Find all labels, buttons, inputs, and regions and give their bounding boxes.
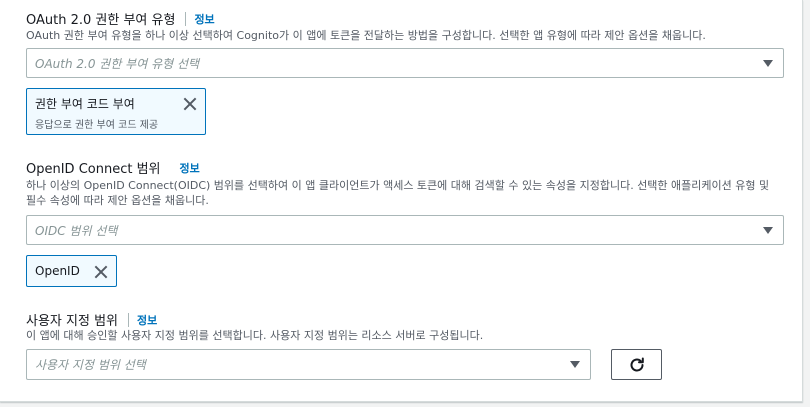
oidc-info-link[interactable]: 정보 [180, 160, 200, 176]
token-subtitle: 응답으로 권한 부여 코드 제공 [35, 120, 159, 131]
token-title: 권한 부여 코드 부여 [35, 97, 135, 111]
custom-select-placeholder: 사용자 지정 범위 선택 [35, 358, 146, 372]
oauth-selected-token: 권한 부여 코드 부여 응답으로 권한 부여 코드 제공 [26, 88, 206, 135]
oidc-label-row: OpenID Connect 범위 정보 [26, 158, 200, 178]
oidc-description-line1: 하나 이상의 OpenID Connect(OIDC) 범위를 선택하여 이 앱… [26, 179, 770, 192]
oauth-grant-types-label: OAuth 2.0 권한 부여 유형 [26, 13, 176, 28]
divider [128, 312, 129, 327]
close-icon[interactable] [92, 263, 110, 281]
oidc-selected-token: OpenID [26, 255, 117, 287]
token-label: OpenID [35, 264, 80, 278]
oidc-select-placeholder: OIDC 범위 선택 [35, 223, 118, 238]
caret-down-icon [763, 59, 773, 67]
custom-scopes-select[interactable]: 사용자 지정 범위 선택 [26, 349, 591, 380]
refresh-icon [628, 356, 646, 374]
divider [171, 161, 172, 175]
oauth-grant-types-select[interactable]: OAuth 2.0 권한 부여 유형 선택 [26, 48, 784, 78]
refresh-button[interactable] [611, 349, 662, 380]
close-icon[interactable] [181, 95, 199, 113]
app-client-settings-panel: OAuth 2.0 권한 부여 유형 정보 OAuth 권한 부여 유형을 하나… [0, 0, 803, 402]
oauth-description: OAuth 권한 부여 유형을 하나 이상 선택하여 Cognito가 이 앱에… [26, 29, 706, 42]
oidc-description-line2: 필수 속성에 따라 제안 옵션을 채웁니다. [26, 194, 209, 207]
custom-scopes-label: 사용자 지정 범위 [26, 314, 118, 329]
custom-description: 이 앱에 대해 승인할 사용자 지정 범위를 선택합니다. 사용자 지정 범위는… [26, 329, 484, 342]
oidc-scopes-label: OpenID Connect 범위 [26, 162, 161, 177]
divider [185, 11, 187, 26]
custom-info-link[interactable]: 정보 [137, 312, 157, 328]
oauth-label-row: OAuth 2.0 권한 부여 유형 정보 [26, 9, 215, 28]
custom-label-row: 사용자 지정 범위 정보 [26, 310, 157, 329]
caret-down-icon [763, 226, 773, 234]
oauth-info-link[interactable]: 정보 [194, 11, 214, 27]
oauth-select-placeholder: OAuth 2.0 권한 부여 유형 선택 [35, 56, 200, 71]
caret-down-icon [570, 361, 580, 368]
oidc-scopes-select[interactable]: OIDC 범위 선택 [26, 215, 784, 245]
